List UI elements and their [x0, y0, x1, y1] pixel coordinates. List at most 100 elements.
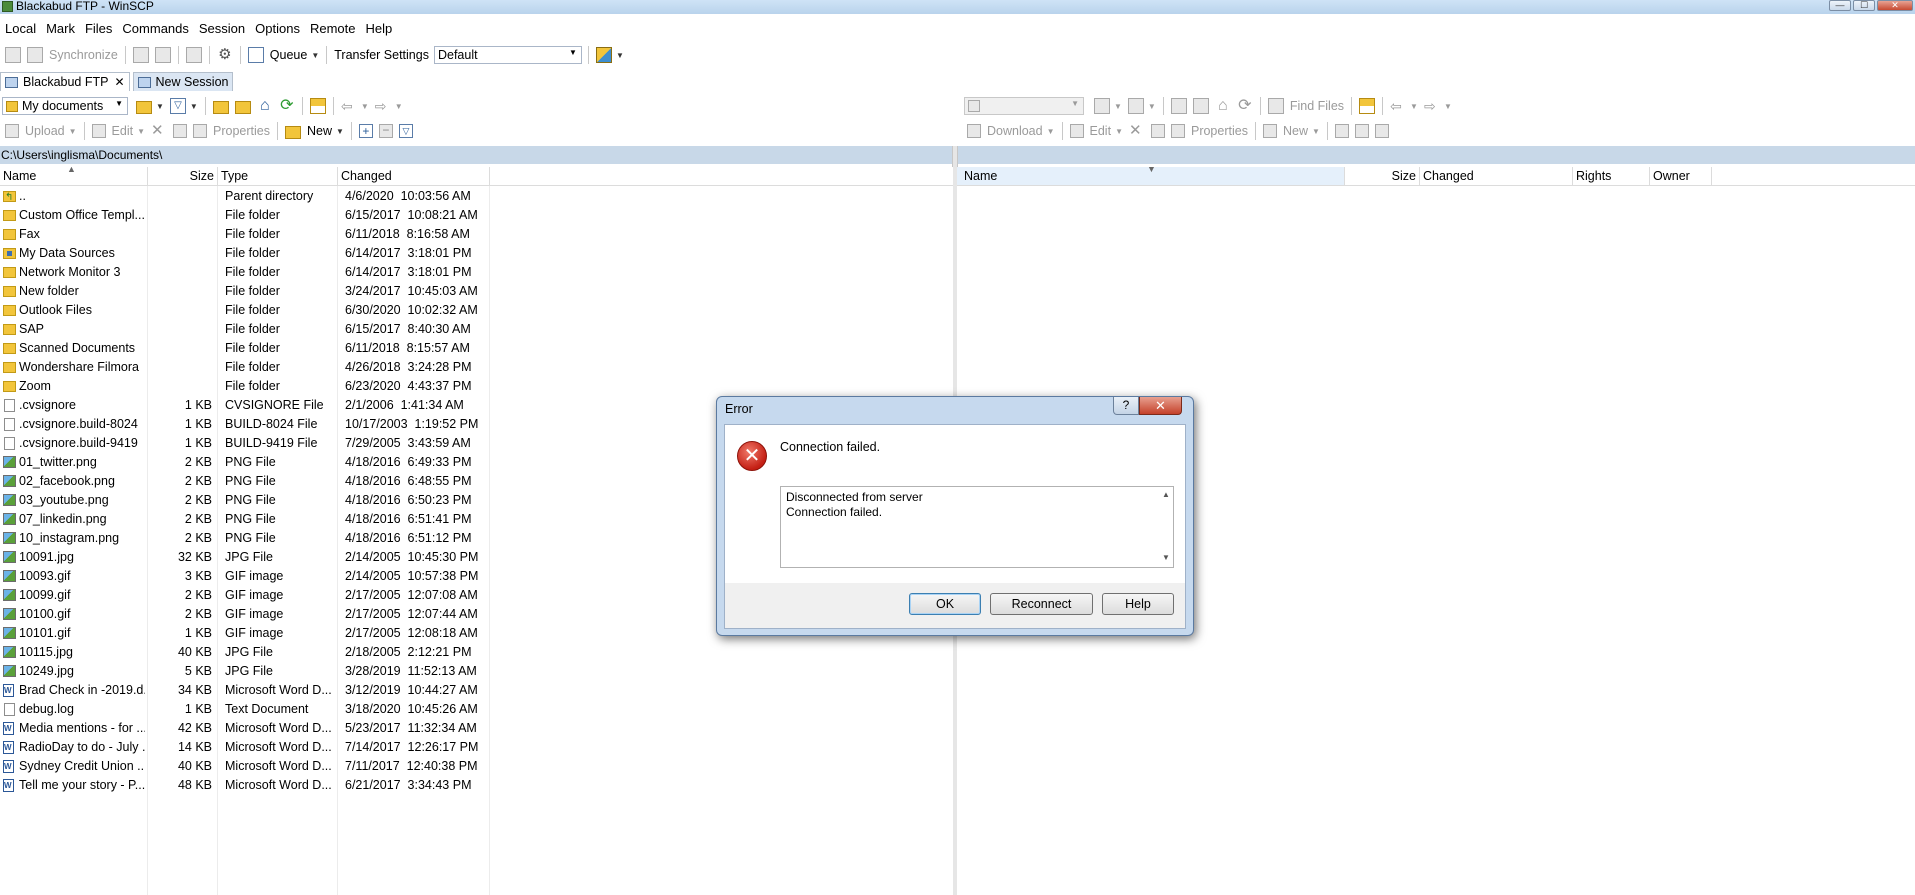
scroll-down-icon[interactable]: ▼: [1162, 551, 1170, 566]
remote-filter-dropdown-icon[interactable]: ▼: [1148, 102, 1156, 111]
new-dropdown-icon[interactable]: ▼: [336, 127, 344, 136]
new-button[interactable]: New: [307, 124, 332, 138]
table-row[interactable]: Wondershare Filmora File folder 4/26/2018 …: [0, 358, 490, 377]
table-row[interactable]: .cvsignore.build-9419 1 KB BUILD-9419 File…: [0, 434, 490, 453]
transfer-settings-select[interactable]: Default ▼: [433, 46, 582, 64]
table-row[interactable]: Tell me your story - P... 48 KB Microsoft …: [0, 776, 490, 795]
back-dropdown-icon[interactable]: ▼: [361, 102, 369, 111]
synchronize-browsing-icon[interactable]: [27, 47, 43, 63]
upload-dropdown-icon[interactable]: ▼: [69, 127, 77, 136]
table-row[interactable]: Media mentions - for ... 42 KB Microsoft W…: [0, 719, 490, 738]
open-folder-icon[interactable]: [136, 100, 152, 114]
console-icon[interactable]: [132, 47, 149, 63]
queue-button[interactable]: Queue: [270, 48, 308, 62]
compare-directories-icon[interactable]: [5, 47, 21, 63]
remote-root-directory-icon[interactable]: [1192, 98, 1209, 114]
reconnect-button[interactable]: Reconnect: [990, 593, 1093, 615]
remote-forward-dropdown-icon[interactable]: ▼: [1444, 102, 1452, 111]
col-header-size[interactable]: Size: [148, 167, 218, 186]
remote-properties-icon[interactable]: [1170, 124, 1185, 138]
table-row[interactable]: 01_twitter.png 2 KB PNG File 4/18/2016 6:49…: [0, 453, 490, 472]
table-row[interactable]: 10101.gif 1 KB GIF image 2/17/2005 12:08:18…: [0, 624, 490, 643]
transfer-presets-icon[interactable]: [595, 47, 612, 63]
col-header-remote-rights[interactable]: Rights: [1573, 167, 1650, 186]
remote-path-bar[interactable]: [957, 146, 1915, 164]
scroll-up-icon[interactable]: ▲: [1162, 488, 1170, 503]
table-row[interactable]: Outlook Files File folder 6/30/2020 10:02:…: [0, 301, 490, 320]
preferences-gear-icon[interactable]: ⚙: [217, 47, 233, 63]
new-folder-icon[interactable]: [285, 125, 301, 139]
tab-new-session[interactable]: New Session: [132, 72, 234, 91]
col-header-remote-size[interactable]: Size: [1345, 167, 1420, 186]
menu-remote[interactable]: Remote: [305, 19, 361, 39]
tab-blackabud-ftp[interactable]: Blackabud FTP ✕: [0, 72, 130, 91]
properties-button[interactable]: Properties: [213, 124, 270, 138]
local-path-bar[interactable]: C:\Users\inglisma\Documents\: [0, 146, 953, 164]
filter-icon[interactable]: ▽: [169, 98, 186, 114]
table-row[interactable]: 10093.gif 3 KB GIF image 2/14/2005 10:57:38…: [0, 567, 490, 586]
remote-rename-icon[interactable]: [1150, 124, 1165, 138]
download-button[interactable]: Download: [987, 124, 1043, 138]
col-header-remote-name[interactable]: Name ▼: [957, 167, 1345, 186]
table-row[interactable]: My Data Sources File folder 6/14/2017 3:18…: [0, 244, 490, 263]
find-files-button[interactable]: Find Files: [1290, 99, 1344, 113]
filter-dropdown-icon[interactable]: ▼: [190, 102, 198, 111]
menu-help[interactable]: Help: [360, 19, 397, 39]
transfer-presets-dropdown-icon[interactable]: ▼: [616, 51, 624, 60]
table-row[interactable]: 10115.jpg 40 KB JPG File 2/18/2005 2:12:21 …: [0, 643, 490, 662]
tab-close-icon[interactable]: ✕: [114, 75, 124, 89]
remote-unselect-minus-icon[interactable]: [1354, 124, 1369, 138]
dialog-help-button[interactable]: ?: [1113, 397, 1139, 415]
remote-edit-dropdown-icon[interactable]: ▼: [1115, 127, 1123, 136]
table-row[interactable]: Brad Check in -2019.d... 34 KB Microsoft W…: [0, 681, 490, 700]
table-row[interactable]: debug.log 1 KB Text Document 3/18/2020 10:4…: [0, 700, 490, 719]
menu-mark[interactable]: Mark: [41, 19, 80, 39]
table-row[interactable]: 02_facebook.png 2 KB PNG File 4/18/2016 6:4…: [0, 472, 490, 491]
table-row[interactable]: 07_linkedin.png 2 KB PNG File 4/18/2016 6:5…: [0, 510, 490, 529]
remote-filter-select-icon[interactable]: [1374, 124, 1389, 138]
table-row[interactable]: Zoom File folder 6/23/2020 4:43:37 PM: [0, 377, 490, 396]
menu-options[interactable]: Options: [250, 19, 305, 39]
remote-parent-directory-icon[interactable]: [1170, 98, 1187, 114]
edit-pencil-icon[interactable]: [91, 124, 106, 138]
table-row[interactable]: RadioDay to do - July ... 14 KB Microsoft …: [0, 738, 490, 757]
local-location-select[interactable]: My documents ▼: [2, 97, 128, 115]
open-folder-dropdown-icon[interactable]: ▼: [156, 102, 164, 111]
table-row[interactable]: SAP File folder 6/15/2017 8:40:30 AM: [0, 320, 490, 339]
queue-icon[interactable]: [247, 47, 264, 63]
properties-icon[interactable]: [193, 124, 208, 138]
remote-properties-button[interactable]: Properties: [1191, 124, 1248, 138]
table-row[interactable]: .cvsignore 1 KB CVSIGNORE File 2/1/2006 1:4…: [0, 396, 490, 415]
error-details-box[interactable]: Disconnected from server Connection fail…: [780, 486, 1174, 568]
remote-new-dropdown-icon[interactable]: ▼: [1312, 127, 1320, 136]
table-row[interactable]: 10_instagram.png 2 KB PNG File 4/18/2016 6:…: [0, 529, 490, 548]
queue-dropdown-icon[interactable]: ▼: [311, 51, 319, 60]
edit-dropdown-icon[interactable]: ▼: [137, 127, 145, 136]
table-row[interactable]: Fax File folder 6/11/2018 8:16:58 AM: [0, 225, 490, 244]
download-dropdown-icon[interactable]: ▼: [1047, 127, 1055, 136]
remote-home-icon[interactable]: ⌂: [1215, 98, 1231, 114]
delete-x-icon[interactable]: ✕: [151, 123, 167, 139]
table-row[interactable]: 03_youtube.png 2 KB PNG File 4/18/2016 6:50…: [0, 491, 490, 510]
menu-files[interactable]: Files: [80, 19, 117, 39]
col-header-remote-changed[interactable]: Changed: [1420, 167, 1573, 186]
remote-back-dropdown-icon[interactable]: ▼: [1410, 102, 1418, 111]
remote-new-button[interactable]: New: [1283, 124, 1308, 138]
remote-new-folder-icon[interactable]: [1262, 124, 1277, 138]
remote-tree-view-icon[interactable]: [1359, 98, 1376, 114]
forward-arrow-icon[interactable]: ⇨: [375, 98, 391, 114]
col-header-name[interactable]: Name ▲: [0, 167, 148, 186]
table-row[interactable]: Scanned Documents File folder 6/11/2018 8:…: [0, 339, 490, 358]
details-scrollbar[interactable]: ▲ ▼: [1159, 487, 1173, 567]
find-files-icon[interactable]: [1267, 98, 1284, 114]
dialog-close-button[interactable]: ✕: [1139, 397, 1182, 415]
refresh-icon[interactable]: ⟳: [279, 98, 295, 114]
root-directory-icon[interactable]: [234, 100, 251, 114]
menu-commands[interactable]: Commands: [117, 19, 193, 39]
menu-session[interactable]: Session: [194, 19, 250, 39]
edit-button[interactable]: Edit: [112, 124, 134, 138]
remote-open-dropdown-icon[interactable]: ▼: [1114, 102, 1122, 111]
table-row[interactable]: .cvsignore.build-8024 1 KB BUILD-8024 File…: [0, 415, 490, 434]
unselect-minus-icon[interactable]: −: [378, 124, 393, 138]
minimize-button[interactable]: —: [1829, 0, 1851, 11]
